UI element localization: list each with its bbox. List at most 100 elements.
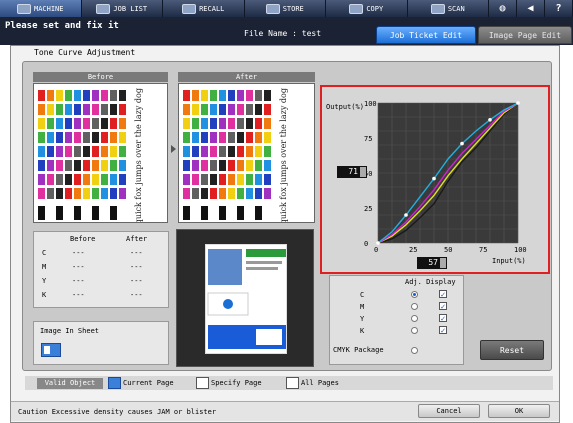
color-patch: [92, 118, 99, 129]
curve-control-point[interactable]: [460, 141, 464, 146]
x-tick-label: 75: [479, 246, 487, 254]
bw-patch: [201, 206, 208, 220]
curve-control-point[interactable]: [516, 101, 520, 105]
bw-patch: [65, 206, 72, 220]
adj-radio-m[interactable]: [411, 303, 418, 310]
option-specify-page[interactable]: Specify Page: [196, 377, 262, 389]
tab-store[interactable]: STORE: [245, 0, 326, 17]
adj-radio-y[interactable]: [411, 315, 418, 322]
bw-patch: [92, 206, 99, 220]
input-spinner-icon[interactable]: [440, 258, 446, 268]
cmyk-package-radio[interactable]: [411, 347, 418, 354]
current-page-checkbox[interactable]: [108, 377, 121, 389]
curve-control-point[interactable]: [376, 241, 380, 245]
color-patch: [92, 90, 99, 101]
sound-button[interactable]: ◀: [517, 0, 545, 17]
color-patch: [210, 160, 217, 171]
adj-channel-label: K: [360, 327, 365, 335]
color-patch: [192, 146, 199, 157]
tone-curve-graph[interactable]: 0 25 50 75 100 0 25 50 75 100 Output(%) Input(%): [320, 85, 550, 274]
color-patch: [110, 146, 117, 157]
color-patch: [219, 132, 226, 143]
color-patch: [237, 146, 244, 157]
color-patch: [237, 90, 244, 101]
table-row: C --- ---: [34, 247, 170, 260]
color-patch: [38, 160, 45, 171]
color-patch: [47, 104, 54, 115]
tab-store-label: STORE: [282, 4, 304, 13]
color-patch: [65, 104, 72, 115]
input-value-field[interactable]: 57: [417, 257, 447, 269]
reset-button[interactable]: Reset: [480, 340, 544, 360]
color-patch: [101, 118, 108, 129]
tab-job-list[interactable]: JOB LIST: [82, 0, 163, 17]
color-patch: [228, 118, 235, 129]
x-tick-label: 25: [409, 246, 417, 254]
tab-image-page-edit[interactable]: Image Page Edit: [478, 26, 572, 44]
output-spinner-icon[interactable]: [360, 167, 366, 177]
color-patch: [74, 90, 81, 101]
color-patch: [228, 174, 235, 185]
adj-check-k[interactable]: ✓: [439, 326, 447, 335]
color-patch: [65, 132, 72, 143]
valid-object-label: Valid Object: [37, 378, 103, 389]
color-patch: [74, 104, 81, 115]
color-patch: [255, 174, 262, 185]
option-current-page[interactable]: Current Page: [108, 377, 174, 389]
adj-check-y[interactable]: ✓: [439, 314, 447, 323]
adj-radio-k[interactable]: [411, 327, 418, 334]
color-patch: [264, 188, 271, 199]
color-patch: [192, 160, 199, 171]
curve-control-point[interactable]: [488, 118, 492, 122]
page-thumbnail: [176, 229, 314, 367]
curve-control-point[interactable]: [404, 213, 408, 217]
color-patch: [246, 118, 253, 129]
color-patch: [183, 104, 190, 115]
cancel-button[interactable]: Cancel: [418, 404, 480, 418]
globe-button[interactable]: ◍: [489, 0, 517, 17]
before-value: ---: [72, 263, 85, 271]
adj-check-m[interactable]: ✓: [439, 302, 447, 311]
color-patch: [47, 146, 54, 157]
input-value: 57: [428, 258, 438, 267]
image-in-sheet-icon[interactable]: [41, 343, 61, 357]
recall-icon: [182, 3, 197, 14]
color-patch: [56, 118, 63, 129]
bw-patch: [83, 206, 90, 220]
all-pages-checkbox[interactable]: [286, 377, 299, 389]
density-after-header: After: [126, 235, 148, 243]
ok-button[interactable]: OK: [488, 404, 550, 418]
color-patch: [83, 118, 90, 129]
after-value: ---: [130, 291, 143, 299]
color-patch: [101, 132, 108, 143]
adj-radio-c[interactable]: [411, 291, 418, 298]
tab-copy[interactable]: COPY: [326, 0, 408, 17]
tab-job-ticket-edit[interactable]: Job Ticket Edit: [376, 26, 476, 44]
color-patch: [92, 146, 99, 157]
color-patch: [92, 160, 99, 171]
density-before-header: Before: [70, 235, 96, 243]
color-patch: [101, 188, 108, 199]
color-patch: [246, 90, 253, 101]
output-value-field[interactable]: 71: [337, 166, 367, 178]
channel-label: Y: [42, 277, 47, 285]
tab-scan[interactable]: SCAN: [408, 0, 489, 17]
color-patch: [183, 174, 190, 185]
color-patch: [255, 118, 262, 129]
help-button[interactable]: ?: [545, 0, 573, 17]
cmyk-package-row: CMYK Package: [333, 344, 453, 356]
tab-machine[interactable]: MACHINE: [0, 0, 82, 17]
color-patch: [228, 146, 235, 157]
table-row: K --- ---: [34, 289, 170, 302]
color-patch: [219, 118, 226, 129]
color-patch: [201, 132, 208, 143]
option-all-pages[interactable]: All Pages: [286, 377, 339, 389]
tab-recall[interactable]: RECALL: [163, 0, 245, 17]
adj-check-c[interactable]: ✓: [439, 290, 447, 299]
color-patch: [47, 160, 54, 171]
curve-control-point[interactable]: [432, 176, 436, 181]
before-preview-text: lazy dog. The quick fox jumps over the l…: [134, 88, 143, 223]
color-patch: [74, 132, 81, 143]
specify-page-checkbox[interactable]: [196, 377, 209, 389]
color-patch: [192, 90, 199, 101]
